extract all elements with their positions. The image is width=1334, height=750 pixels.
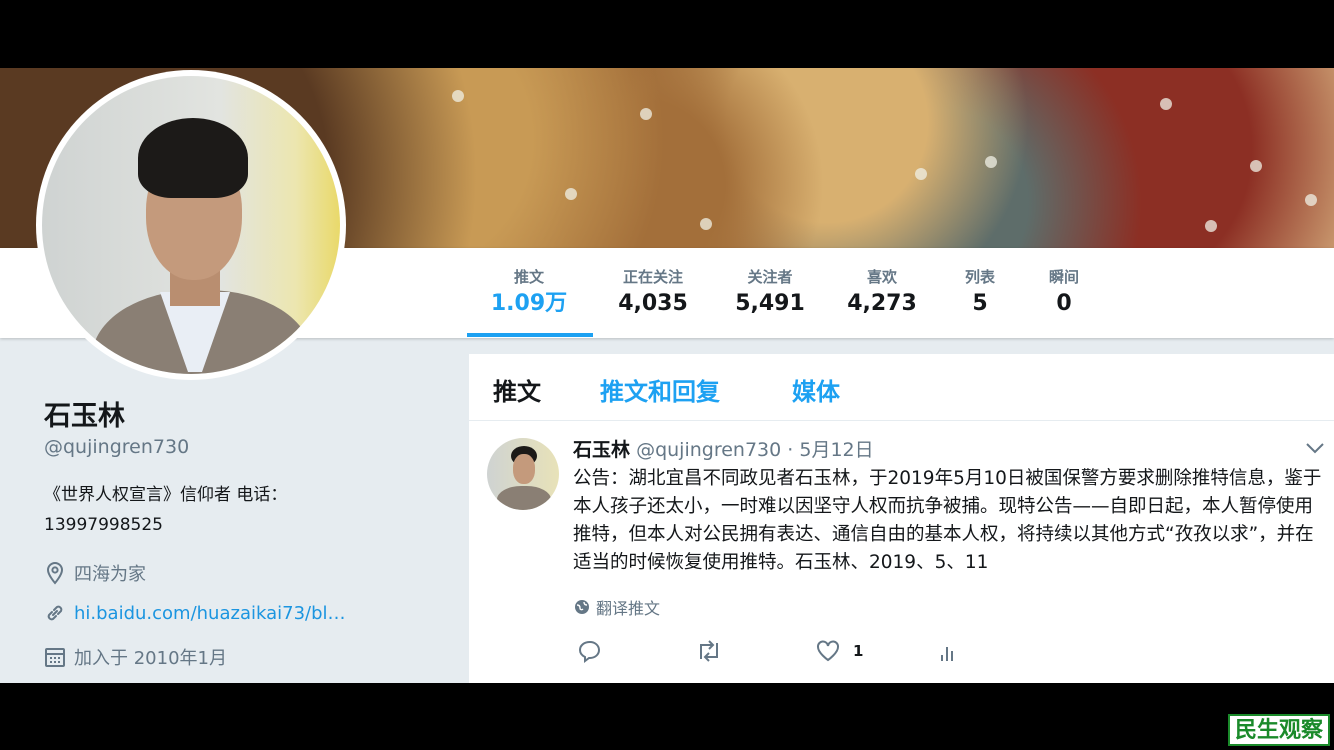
location-icon (46, 561, 64, 585)
retweet-button[interactable] (695, 639, 723, 663)
tweet-header: 石玉林 @qujingren730 · 5月12日 (573, 435, 874, 462)
tweet-avatar[interactable] (487, 438, 559, 510)
stat-lists[interactable]: 列表 5 (950, 267, 1010, 319)
stat-label: 瞬间 (1048, 268, 1079, 286)
stat-following[interactable]: 正在关注 4,035 (608, 267, 698, 319)
stat-label: 正在关注 (622, 268, 683, 286)
profile-bio: 《世界人权宣言》信仰者 电话：13997998525 (44, 485, 288, 535)
active-tab-indicator (467, 333, 593, 337)
link-icon (47, 605, 63, 621)
stat-likes[interactable]: 喜欢 4,273 (842, 267, 922, 319)
chevron-down-icon[interactable] (1305, 441, 1325, 455)
reply-button[interactable] (578, 639, 602, 663)
joined-text: 加入于 2010年1月 (74, 648, 227, 669)
tab-media[interactable]: 媒体 (792, 372, 840, 407)
stat-value: 4,273 (847, 291, 917, 316)
location-text: 四海为家 (74, 564, 146, 585)
tweet-card[interactable]: 石玉林 @qujingren730 · 5月12日 公告：湖北宜昌不同政见者石玉… (469, 421, 1334, 683)
heart-icon (817, 640, 839, 662)
stat-label: 关注者 (747, 268, 793, 286)
watermark-logo: 民生观察 (1228, 714, 1330, 746)
calendar-icon (45, 648, 65, 667)
tab-tweets-replies[interactable]: 推文和回复 (600, 372, 720, 407)
profile-joined: 加入于 2010年1月 (44, 644, 227, 670)
stat-value: 5,491 (735, 291, 805, 316)
stat-value: 1.09万 (490, 291, 568, 316)
tab-tweets[interactable]: 推文 (493, 372, 541, 407)
avatar[interactable] (42, 76, 340, 374)
like-button[interactable]: 1 (815, 639, 863, 663)
retweet-icon (700, 640, 718, 662)
stat-moments[interactable]: 瞬间 0 (1034, 267, 1094, 319)
like-count: 1 (853, 642, 864, 660)
stat-value: 5 (972, 291, 988, 316)
timeline-tabs: 推文 推文和回复 媒体 (469, 354, 1334, 421)
tweet-author-handle[interactable]: @qujingren730 (636, 439, 781, 461)
stat-followers[interactable]: 关注者 5,491 (730, 267, 810, 319)
translate-label: 翻译推文 (596, 599, 661, 618)
twitter-profile-page: 推文 1.09万 正在关注 4,035 关注者 5,491 喜欢 4,273 列… (0, 68, 1334, 683)
stat-tweets[interactable]: 推文 1.09万 (488, 267, 570, 319)
tweet-author-name[interactable]: 石玉林 (573, 439, 630, 461)
stat-value: 0 (1056, 291, 1072, 316)
tweet-text: 公告：湖北宜昌不同政见者石玉林，于2019年5月10日被国保警方要求删除推特信息… (573, 468, 1322, 573)
analytics-icon (941, 647, 953, 661)
website-link[interactable]: hi.baidu.com/huazaikai73/bl… (74, 603, 346, 624)
reply-icon (578, 640, 601, 663)
stat-value: 4,035 (618, 291, 688, 316)
profile-name[interactable]: 石玉林 (44, 394, 125, 433)
profile-location: 四海为家 (44, 560, 146, 586)
translate-tweet[interactable]: 翻译推文 (574, 595, 660, 619)
globe-icon (575, 600, 589, 614)
profile-website: hi.baidu.com/huazaikai73/bl… (44, 602, 346, 624)
avatar-hair (138, 118, 248, 198)
tweet-separator: · (787, 439, 794, 461)
stat-label: 推文 (513, 268, 544, 286)
tweet-date[interactable]: 5月12日 (799, 439, 873, 461)
stat-label: 喜欢 (866, 268, 897, 286)
profile-handle[interactable]: @qujingren730 (44, 436, 189, 458)
stat-label: 列表 (964, 268, 995, 286)
analytics-button[interactable] (939, 639, 957, 663)
